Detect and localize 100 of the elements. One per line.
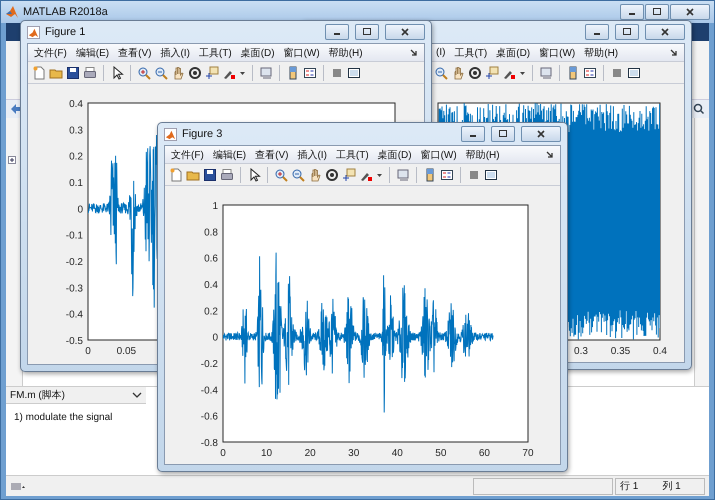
- matlab-logo-icon: [164, 128, 177, 140]
- tick-label: 1: [212, 201, 218, 212]
- printer-icon[interactable]: [220, 168, 234, 182]
- plot-tools-icon[interactable]: [627, 66, 641, 80]
- tick-label: -0.2: [66, 257, 83, 268]
- menu-item[interactable]: 插入(I): [297, 148, 327, 162]
- tick-label: 10: [261, 448, 272, 459]
- save-icon[interactable]: [66, 66, 80, 80]
- tick-label: 0.35: [610, 346, 630, 357]
- menu-item[interactable]: 窗口(W): [284, 46, 320, 60]
- data-cursor-icon[interactable]: [485, 66, 499, 80]
- tick-label: 0.4: [69, 99, 83, 110]
- zoom-out-icon[interactable]: [434, 66, 448, 80]
- figure-title: Figure 3: [182, 128, 222, 140]
- tick-label: 0: [220, 448, 226, 459]
- matlab-logo-icon: [27, 26, 40, 38]
- new-file-icon[interactable]: [169, 168, 183, 182]
- printer-icon[interactable]: [83, 66, 97, 80]
- tick-label: -0.8: [200, 438, 218, 449]
- menu-item[interactable]: 查看(V): [255, 148, 288, 162]
- close-button[interactable]: [521, 126, 561, 142]
- menu-item[interactable]: 文件(F): [171, 148, 204, 162]
- zoom-in-icon[interactable]: [137, 66, 151, 80]
- minimize-button[interactable]: [585, 24, 609, 40]
- menu-item[interactable]: 文件(F): [34, 46, 67, 60]
- minimize-button[interactable]: [325, 24, 349, 40]
- tick-label: 50: [435, 448, 446, 459]
- maximize-button[interactable]: [645, 4, 669, 20]
- tick-label: -0.2: [200, 359, 218, 370]
- close-icon: [400, 27, 410, 37]
- comment-text: 1) modulate the signal: [14, 412, 112, 423]
- tick-label: 30: [348, 448, 360, 459]
- rotate-icon[interactable]: [468, 66, 482, 80]
- menu-item[interactable]: (I): [436, 47, 446, 58]
- tick-label: 40: [392, 448, 403, 459]
- tick-label: -0.1: [66, 230, 83, 242]
- tick-label: -0.4: [66, 310, 83, 321]
- new-file-icon[interactable]: [32, 66, 46, 80]
- rotate-icon[interactable]: [325, 168, 339, 182]
- maximize-icon: [362, 27, 372, 37]
- matlab-logo-icon: [5, 5, 19, 19]
- tick-label: 0: [212, 332, 218, 344]
- tick-label: 0.05: [116, 346, 136, 357]
- tick-label: -0.5: [66, 336, 83, 347]
- zoom-in-icon[interactable]: [274, 168, 288, 182]
- maximize-icon: [498, 129, 508, 139]
- legend-icon[interactable]: [583, 66, 597, 80]
- menu-item[interactable]: 工具(T): [198, 46, 232, 60]
- plot-tools-icon[interactable]: [347, 66, 361, 80]
- data-cursor-icon[interactable]: [342, 168, 356, 182]
- tick-label: 0: [85, 346, 91, 357]
- menu-item[interactable]: 工具(T): [454, 46, 488, 60]
- menu-item[interactable]: 查看(V): [118, 46, 152, 60]
- menu-item[interactable]: 编辑(E): [212, 148, 246, 162]
- menu-item[interactable]: 帮助(H): [584, 46, 618, 60]
- tick-label: 0: [77, 204, 83, 216]
- menu-item[interactable]: 窗口(W): [420, 148, 457, 162]
- legend-icon[interactable]: [440, 168, 454, 182]
- tick-label: 0.6: [204, 254, 218, 265]
- search-icon[interactable]: [693, 103, 705, 115]
- chevron-down-icon: [132, 392, 142, 398]
- zoom-out-icon[interactable]: [291, 168, 305, 182]
- close-button[interactable]: [385, 24, 425, 40]
- expand-icon[interactable]: [8, 156, 16, 164]
- figure-title: Figure 1: [45, 26, 86, 38]
- dock-arrow-icon[interactable]: [670, 48, 678, 56]
- menu-item[interactable]: 编辑(E): [76, 46, 110, 60]
- save-icon[interactable]: [203, 168, 217, 182]
- menu-item[interactable]: 帮助(H): [328, 46, 363, 60]
- close-button[interactable]: [670, 4, 710, 20]
- menu-item[interactable]: 插入(I): [160, 46, 190, 60]
- data-cursor-icon[interactable]: [205, 66, 219, 80]
- tick-label: 60: [478, 448, 490, 459]
- file-dropdown[interactable]: FM.m (脚本): [6, 387, 146, 404]
- menu-item[interactable]: 桌面(D): [240, 46, 275, 60]
- rotate-icon[interactable]: [188, 66, 202, 80]
- dock-arrow-icon[interactable]: [546, 150, 554, 158]
- maximize-button[interactable]: [491, 126, 515, 142]
- grip-icon[interactable]: [10, 481, 26, 491]
- close-icon: [660, 27, 670, 37]
- close-button[interactable]: [645, 24, 685, 40]
- menu-item[interactable]: 工具(T): [336, 148, 369, 162]
- menu-item[interactable]: 桌面(D): [378, 148, 412, 162]
- menu-item[interactable]: 帮助(H): [466, 148, 500, 162]
- tick-label: -0.6: [200, 412, 218, 423]
- minimize-button[interactable]: [461, 126, 485, 142]
- tick-label: 0.8: [204, 227, 218, 238]
- legend-icon[interactable]: [303, 66, 317, 80]
- maximize-button[interactable]: [615, 24, 639, 40]
- tick-label: -0.4: [200, 385, 218, 396]
- plot-tools-icon[interactable]: [484, 168, 498, 182]
- tick-label: 0.2: [204, 306, 218, 318]
- zoom-out-icon[interactable]: [154, 66, 168, 80]
- dock-arrow-icon[interactable]: [410, 48, 418, 56]
- minimize-button[interactable]: [620, 4, 644, 20]
- tick-label: -0.3: [66, 283, 83, 294]
- close-icon: [685, 7, 695, 17]
- menu-item[interactable]: 窗口(W): [539, 46, 576, 60]
- maximize-button[interactable]: [355, 24, 379, 40]
- menu-item[interactable]: 桌面(D): [496, 46, 530, 60]
